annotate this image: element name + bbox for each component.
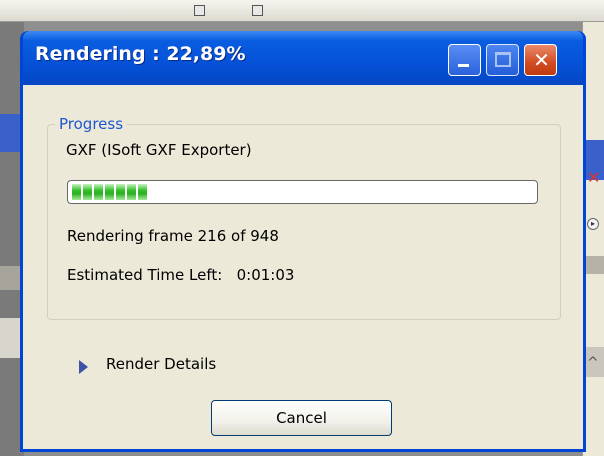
chevron-up-icon: ^ bbox=[587, 355, 599, 371]
maximize-button[interactable] bbox=[486, 44, 519, 76]
close-button[interactable]: ✕ bbox=[524, 44, 557, 76]
toolbar-icon bbox=[252, 5, 263, 16]
background-panel-block bbox=[583, 256, 604, 274]
progress-block bbox=[127, 184, 136, 200]
exporter-label: GXF (ISoft GXF Exporter) bbox=[66, 141, 252, 159]
arrow-right-icon: ▸ bbox=[587, 218, 599, 230]
progress-group-title: Progress bbox=[55, 115, 128, 133]
progress-block bbox=[105, 184, 114, 200]
render-dialog: Rendering : 22,89% ✕ Progress GXF (ISoft… bbox=[20, 31, 586, 452]
close-icon: ✕ bbox=[587, 168, 601, 187]
time-left-status: Estimated Time Left: 0:01:03 bbox=[67, 266, 295, 284]
progress-block bbox=[116, 184, 125, 200]
progress-block bbox=[94, 184, 103, 200]
toolbar-icon bbox=[194, 5, 205, 16]
progress-block bbox=[72, 184, 81, 200]
frame-status: Rendering frame 216 of 948 bbox=[67, 227, 279, 245]
dialog-body: Progress GXF (ISoft GXF Exporter) Render… bbox=[23, 85, 583, 449]
progress-block bbox=[83, 184, 92, 200]
maximize-icon bbox=[495, 52, 511, 67]
progress-block bbox=[138, 184, 147, 200]
window-title: Rendering : 22,89% bbox=[35, 43, 246, 65]
progress-fill bbox=[72, 184, 533, 200]
triangle-right-icon[interactable] bbox=[79, 360, 88, 374]
title-bar[interactable]: Rendering : 22,89% ✕ bbox=[23, 31, 583, 85]
render-details-toggle[interactable]: Render Details bbox=[106, 355, 216, 373]
background-toolbar bbox=[0, 0, 604, 22]
minimize-button[interactable] bbox=[448, 44, 481, 76]
progress-bar bbox=[67, 180, 538, 204]
cancel-button[interactable]: Cancel bbox=[211, 400, 392, 436]
close-icon: ✕ bbox=[533, 48, 550, 72]
